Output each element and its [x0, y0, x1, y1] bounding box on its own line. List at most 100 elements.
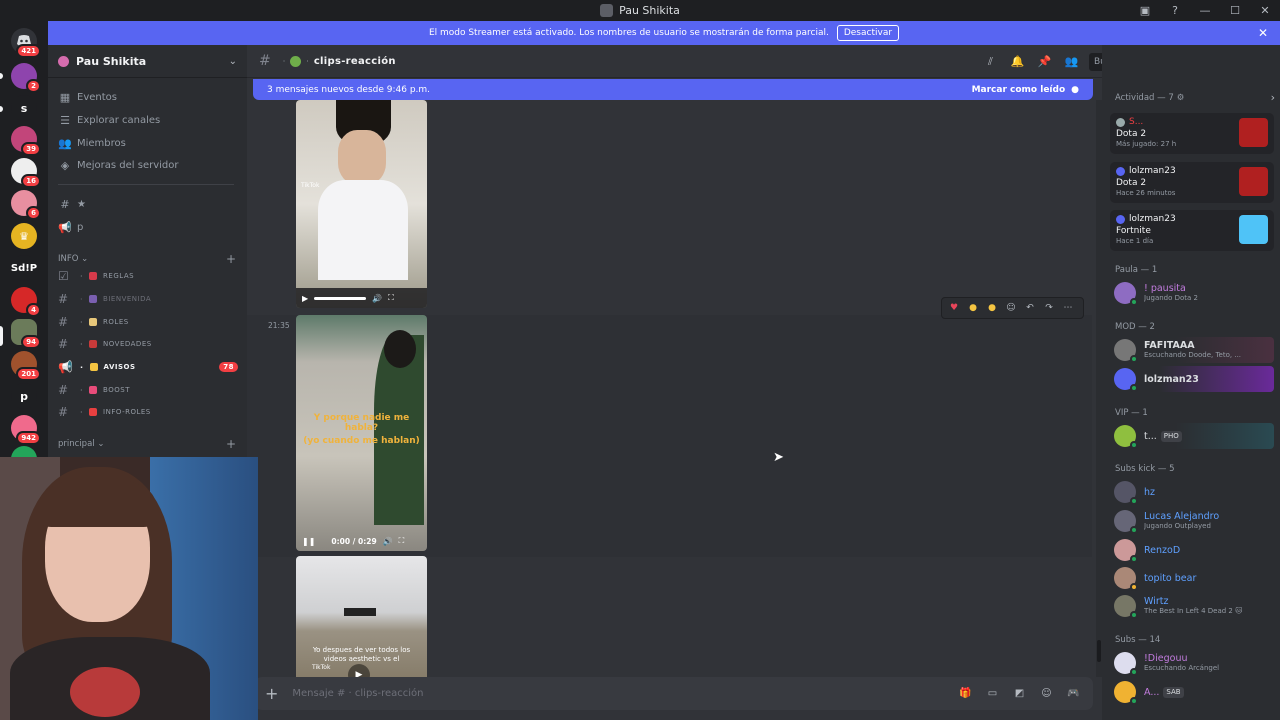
sidebar-item-label: Explorar canales: [77, 114, 161, 126]
sidebar-item-label: Miembros: [77, 137, 126, 149]
member-name: RenzoD: [1144, 544, 1181, 556]
add-reaction-icon[interactable]: ☺: [1004, 301, 1018, 315]
attach-plus-icon[interactable]: +: [265, 684, 278, 703]
reply-icon[interactable]: ↶: [1023, 301, 1037, 315]
channel-info-roles[interactable]: # · INFO-ROLES: [58, 402, 238, 422]
server-badge: 94: [21, 335, 41, 349]
sidebar-item-browse-channels[interactable]: ☰ Explorar canales: [58, 110, 238, 130]
gift-icon[interactable]: 🎁: [956, 684, 975, 703]
member-item[interactable]: Wirtz The Best In Left 4 Dead 2 🐱: [1110, 593, 1274, 619]
video-attachment[interactable]: TikTok ▶ 🔊 ⛶: [296, 100, 427, 308]
relieved-reaction-icon[interactable]: ●: [985, 301, 999, 315]
activity-user: lolzman23: [1129, 214, 1176, 224]
category-info[interactable]: INFO ⌄ +: [58, 252, 236, 266]
guild-icon: [58, 55, 69, 67]
browse-icon: ☰: [60, 113, 70, 127]
threads-icon[interactable]: ⫽: [981, 52, 1000, 71]
activity-card[interactable]: S... Dota 2 Más jugado: 27 h: [1110, 113, 1274, 154]
maximize-button[interactable]: ☐: [1220, 0, 1250, 21]
scroll-thumb[interactable]: [1097, 640, 1101, 662]
server-icon[interactable]: 6: [11, 190, 41, 220]
voice-channel-p[interactable]: 📢 p: [58, 217, 238, 237]
member-list: Actividad — 7 ⚙ › S... Dota 2 Más jugado…: [1102, 45, 1280, 720]
volume-icon[interactable]: 🔊: [372, 294, 382, 303]
bell-icon[interactable]: 🔔: [1008, 52, 1027, 71]
pleading-reaction-icon[interactable]: ●: [966, 301, 980, 315]
server-icon[interactable]: Sd!P: [11, 255, 37, 281]
category-principal[interactable]: principal ⌄ +: [58, 437, 236, 451]
activity-card[interactable]: lolzman23 Fortnite Hace 1 día: [1110, 210, 1274, 251]
member-item[interactable]: RenzoD: [1110, 537, 1274, 563]
channel-bienvenida[interactable]: # · BIENVENIDA: [58, 289, 238, 309]
sidebar-item-server-boosts[interactable]: ◈ Mejoras del servidor: [58, 155, 238, 175]
member-item[interactable]: t... PHO: [1110, 423, 1274, 449]
server-icon[interactable]: 39: [11, 126, 41, 156]
server-icon-active[interactable]: 94: [11, 319, 41, 349]
member-list-icon[interactable]: 👥: [1062, 52, 1081, 71]
fullscreen-icon[interactable]: ⛶: [388, 293, 394, 303]
server-icon[interactable]: 16: [11, 158, 41, 188]
sidebar-item-members[interactable]: 👥 Miembros: [58, 133, 238, 153]
minimize-button[interactable]: —: [1190, 0, 1220, 21]
server-label: s: [20, 101, 28, 115]
more-icon[interactable]: ⋯: [1061, 301, 1075, 315]
pin-icon[interactable]: 📌: [1035, 52, 1054, 71]
member-item[interactable]: A... SAB: [1110, 679, 1274, 705]
sticker-icon[interactable]: ◩: [1010, 684, 1029, 703]
crown-icon[interactable]: ♛: [11, 223, 37, 249]
channel-avisos[interactable]: 📢 · AVISOS 78: [58, 357, 238, 377]
server-icon[interactable]: 201: [11, 351, 41, 381]
guild-header[interactable]: Pau Shikita ⌄: [48, 45, 247, 78]
mark-read-button[interactable]: Marcar como leído: [972, 85, 1066, 95]
member-item[interactable]: lolzman23: [1110, 366, 1274, 392]
member-item[interactable]: hz: [1110, 479, 1274, 505]
volume-slider[interactable]: [314, 296, 367, 300]
channel-label: ROLES: [103, 318, 129, 326]
new-messages-bar[interactable]: 3 mensajes nuevos desde 9:46 p.m. Marcar…: [253, 79, 1093, 100]
server-icon[interactable]: p: [11, 383, 37, 409]
pause-icon[interactable]: ❚❚: [302, 537, 315, 546]
member-item[interactable]: topito bear: [1110, 565, 1274, 591]
video-attachment[interactable]: Yo despues de ver todos los videos aesth…: [296, 556, 427, 677]
video-attachment[interactable]: Y porque nadie me habla? (yo cuando me h…: [296, 315, 427, 551]
apps-icon[interactable]: 🎮: [1064, 684, 1083, 703]
close-icon[interactable]: ✕: [1258, 26, 1268, 40]
activity-header[interactable]: Actividad — 7 ⚙ ›: [1115, 91, 1275, 104]
fullscreen-icon[interactable]: ⛶: [399, 536, 405, 546]
server-icon[interactable]: 942: [11, 415, 41, 445]
server-icon[interactable]: 4: [11, 287, 41, 317]
member-item[interactable]: FAFITAAA Escuchando Doode, Teto, ...: [1110, 337, 1274, 363]
play-icon[interactable]: ▶: [348, 664, 370, 677]
emoji-icon[interactable]: ☺: [1037, 684, 1056, 703]
sidebar-item-events[interactable]: ▦ Eventos: [58, 87, 238, 107]
member-item[interactable]: Lucas Alejandro Jugando Outplayed: [1110, 508, 1274, 534]
play-icon[interactable]: ▶: [302, 294, 308, 303]
server-icon[interactable]: s: [11, 95, 37, 121]
channel-novedades[interactable]: # · NOVEDADES: [58, 334, 238, 354]
forward-icon[interactable]: ↷: [1042, 301, 1056, 315]
heart-reaction-icon[interactable]: ♥: [947, 301, 961, 315]
gif-icon[interactable]: ▭: [983, 684, 1002, 703]
close-window-button[interactable]: ✕: [1250, 0, 1280, 21]
add-channel-icon[interactable]: +: [226, 437, 236, 451]
channel-reglas[interactable]: ☑ · REGLAS: [58, 266, 238, 286]
add-channel-icon[interactable]: +: [226, 252, 236, 266]
channel-label: BOOST: [103, 386, 130, 394]
channel-boost[interactable]: # · BOOST: [58, 380, 238, 400]
activity-card[interactable]: lolzman23 Dota 2 Hace 26 minutos: [1110, 162, 1274, 203]
message-composer[interactable]: + Mensaje # · clips-reacción 🎁 ▭ ◩ ☺ 🎮: [255, 677, 1093, 710]
channel-star[interactable]: # ★: [58, 194, 238, 214]
streamer-mode-banner: El modo Streamer está activado. Los nomb…: [48, 21, 1280, 45]
server-icon[interactable]: 2: [11, 63, 41, 93]
deactivate-button[interactable]: Desactivar: [836, 25, 900, 41]
server-badge: 4: [26, 303, 41, 317]
avatar: [1114, 481, 1138, 505]
member-item[interactable]: ! pausita Jugando Dota 2: [1110, 280, 1274, 306]
inbox-icon[interactable]: ▣: [1130, 0, 1160, 21]
volume-icon[interactable]: 🔊: [383, 537, 393, 546]
group-title: Subs — 14: [1115, 635, 1161, 645]
help-icon[interactable]: ?: [1160, 0, 1190, 21]
member-item[interactable]: !Diegouu Escuchando Arcángel: [1110, 650, 1274, 676]
channel-roles[interactable]: # · ROLES: [58, 312, 238, 332]
home-button[interactable]: 421: [11, 28, 41, 58]
